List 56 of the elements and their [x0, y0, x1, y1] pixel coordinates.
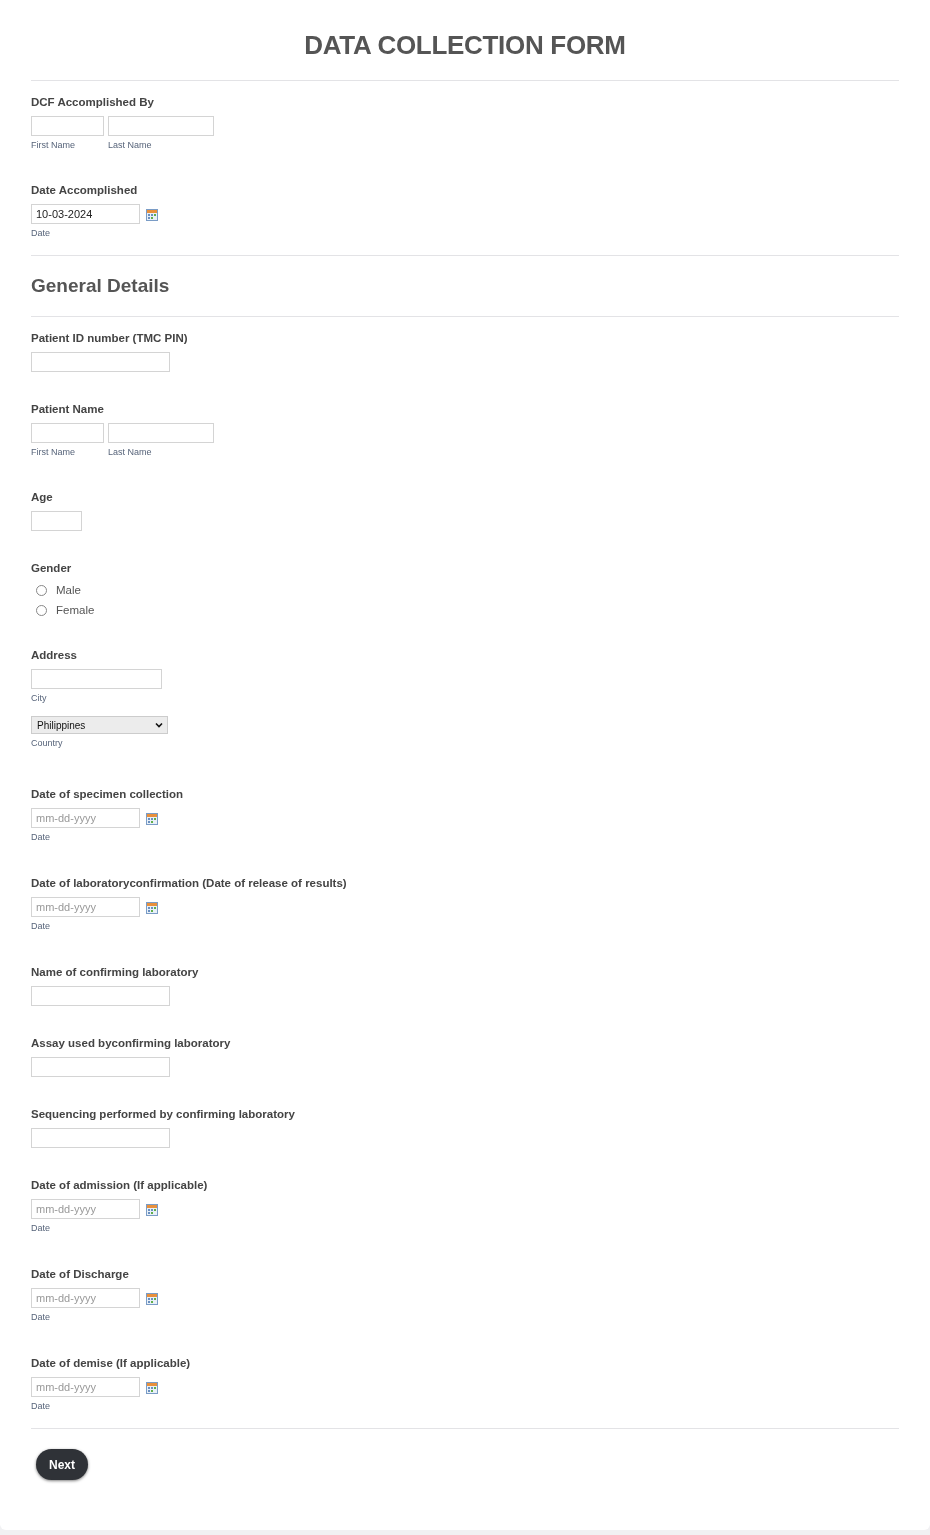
- field-sublabel: City: [31, 693, 48, 704]
- field-label: Name of confirming laboratory: [31, 965, 200, 979]
- field-sublabel: Last Name: [108, 140, 152, 151]
- date-field[interactable]: mm-dd-yyyy: [31, 1199, 140, 1219]
- text-field[interactable]: [31, 1057, 170, 1077]
- field-label: DCF Accomplished By: [31, 95, 155, 109]
- field-label: Date of Discharge: [31, 1267, 130, 1281]
- field-label: Date of laboratoryconfirmation (Date of release of results): [31, 876, 348, 890]
- text-field[interactable]: [31, 423, 104, 443]
- text-field[interactable]: [108, 116, 214, 136]
- date-field[interactable]: mm-dd-yyyy: [31, 897, 140, 917]
- text-field[interactable]: [31, 1128, 170, 1148]
- field-label: Patient ID number (TMC PIN): [31, 331, 189, 345]
- text-field[interactable]: [31, 669, 162, 689]
- calendar-icon[interactable]: [146, 813, 158, 825]
- field-label: Patient Name: [31, 402, 105, 416]
- next-button[interactable]: Next: [36, 1449, 88, 1480]
- field-label: Assay used byconfirming laboratory: [31, 1036, 232, 1050]
- chevron-icon: [155, 722, 163, 728]
- field-label: Gender: [31, 561, 73, 575]
- radio-label: Male: [56, 583, 81, 598]
- field-sublabel: First Name: [31, 447, 75, 458]
- field-sublabel: Date: [31, 228, 51, 239]
- field-label: Age: [31, 490, 54, 504]
- calendar-icon[interactable]: [146, 902, 158, 914]
- field-sublabel: Date: [31, 1401, 51, 1412]
- date-field[interactable]: mm-dd-yyyy: [31, 1288, 140, 1308]
- field-sublabel: First Name: [31, 140, 75, 151]
- field-label: Date of demise (If applicable): [31, 1356, 192, 1370]
- form-title: DATA COLLECTION FORM: [303, 29, 627, 62]
- date-field[interactable]: mm-dd-yyyy: [31, 808, 140, 828]
- text-field[interactable]: [31, 116, 104, 136]
- date-field[interactable]: 10-03-2024: [31, 204, 140, 224]
- field-sublabel: Country: [31, 738, 64, 749]
- field-label: Date of admission (If applicable): [31, 1178, 209, 1192]
- text-field[interactable]: [31, 511, 82, 531]
- calendar-icon[interactable]: [146, 209, 158, 221]
- radio-label: Female: [56, 603, 95, 618]
- calendar-icon[interactable]: [146, 1204, 158, 1216]
- field-label: Sequencing performed by confirming laboratory: [31, 1107, 296, 1121]
- field-label: Date Accomplished: [31, 183, 139, 197]
- field-sublabel: Date: [31, 1312, 51, 1323]
- field-sublabel: Last Name: [108, 447, 152, 458]
- section-heading: General Details: [31, 274, 171, 298]
- calendar-icon[interactable]: [146, 1293, 158, 1305]
- field-sublabel: Date: [31, 1223, 51, 1234]
- date-field[interactable]: mm-dd-yyyy: [31, 1377, 140, 1397]
- calendar-icon[interactable]: [146, 1382, 158, 1394]
- country-dropdown[interactable]: Philippines: [31, 716, 168, 734]
- field-label: Address: [31, 648, 79, 662]
- field-sublabel: Date: [31, 832, 51, 843]
- text-field[interactable]: [31, 986, 170, 1006]
- text-field[interactable]: [31, 352, 170, 372]
- text-field[interactable]: [108, 423, 214, 443]
- field-sublabel: Date: [31, 921, 51, 932]
- field-label: Date of specimen collection: [31, 787, 185, 801]
